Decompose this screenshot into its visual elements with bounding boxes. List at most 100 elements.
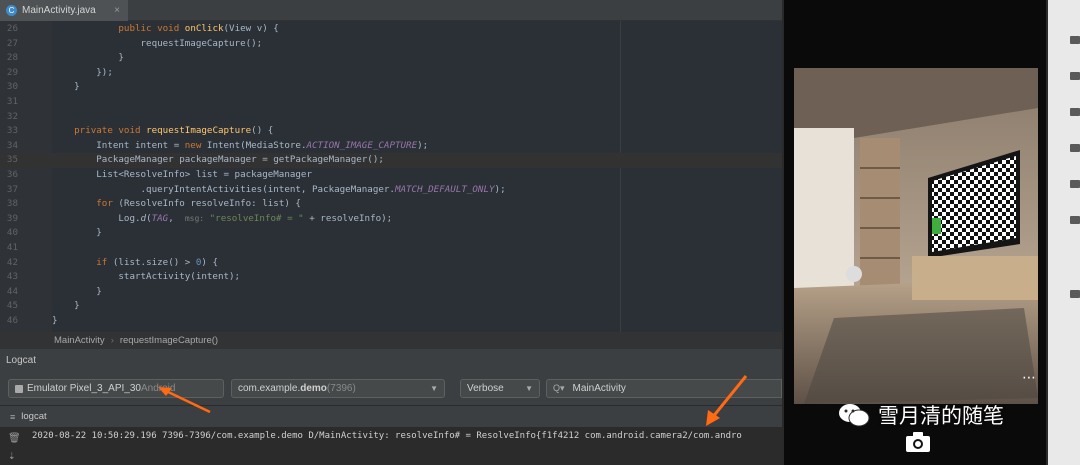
log-search-input[interactable]: Q▾ MainActivity [546,379,782,398]
line-number: 38 [6,198,18,210]
code-line[interactable]: 43 startActivity(intent); [0,270,782,285]
tool-icon[interactable] [1070,216,1080,224]
line-number: 33 [6,125,18,137]
line-number: 45 [6,300,18,312]
line-number: 26 [6,23,18,34]
breadcrumb-method[interactable]: requestImageCapture() [120,335,218,346]
line-number: 31 [6,96,18,107]
code-text: startActivity(intent); [52,271,241,283]
code-line[interactable]: 26 public void onClick(View v) { [0,22,782,37]
process-prefix: com.example. [238,383,301,394]
scroll-to-end-icon[interactable]: ⇣ [8,451,16,462]
code-text: } [52,300,80,312]
code-line[interactable]: 31 [0,95,782,110]
tool-icon[interactable] [1070,108,1080,116]
log-level-value: Verbose [467,383,504,394]
code-line[interactable]: 37 .queryIntentActivities(intent, Packag… [0,183,782,198]
code-text: } [52,227,102,239]
log-output[interactable]: 🗑 ⇣ 2020-08-22 10:50:29.196 7396-7396/co… [0,427,782,465]
line-number: 34 [6,139,18,151]
code-text: } [52,81,80,93]
chevron-down-icon: ▼ [525,384,533,393]
screen-root: C MainActivity.java × 26 public void onC… [0,0,1080,465]
code-line[interactable]: 32 [0,110,782,125]
editor-tab-label: MainActivity.java [22,5,96,16]
logcat-panel-title: Logcat [0,349,782,373]
ide-window: C MainActivity.java × 26 public void onC… [0,0,782,465]
code-line[interactable]: 36 List<ResolveInfo> list = packageManag… [0,168,782,183]
code-text: requestImageCapture(); [52,37,263,49]
code-line[interactable]: 42 if (list.size() > 0) { [0,256,782,271]
line-number: 39 [6,212,18,224]
search-icon[interactable]: Q▾ [553,383,565,394]
tool-icon[interactable] [1070,36,1080,44]
camera-shutter-icon[interactable] [904,430,932,454]
line-number: 27 [6,37,18,49]
line-number: 36 [6,169,18,180]
code-text: PackageManager packageManager = getPacka… [52,154,384,166]
log-line: 2020-08-22 10:50:29.196 7396-7396/com.ex… [32,431,742,441]
code-line[interactable]: 44 } [0,285,782,300]
code-line[interactable]: 29 }); [0,66,782,81]
chevron-down-icon: ▼ [430,384,438,393]
code-line[interactable]: 39 Log.d(TAG, msg: "resolveInfo# = " + r… [0,212,782,227]
right-tool-strip [1048,0,1080,465]
code-text: } [52,315,58,326]
tool-icon[interactable] [1070,144,1080,152]
breadcrumb: MainActivity › requestImageCapture() [0,332,782,349]
code-line[interactable]: 38 for (ResolveInfo resolveInfo: list) { [0,197,782,212]
code-line[interactable]: 40 } [0,226,782,241]
code-line[interactable]: 30 } [0,80,782,95]
camera-preview[interactable]: ⋯ [794,68,1038,404]
code-line[interactable]: 33 private void requestImageCapture() { [0,124,782,139]
code-text: Intent intent = new Intent(MediaStore.AC… [52,139,429,151]
device-selector[interactable]: Emulator Pixel_3_API_30 Android [8,379,224,398]
logcat-toolbar: Emulator Pixel_3_API_30 Android com.exam… [0,373,782,405]
line-number: 41 [6,242,18,253]
more-icon[interactable]: ⋯ [1022,370,1036,386]
line-number: 32 [6,110,18,122]
code-line[interactable]: 41 [0,241,782,256]
code-line[interactable]: 35 PackageManager packageManager = getPa… [0,153,782,168]
code-line[interactable]: 27 requestImageCapture(); [0,37,782,52]
log-level-selector[interactable]: Verbose ▼ [460,379,540,398]
code-text: private void requestImageCapture() { [74,125,274,137]
line-number: 40 [6,227,18,239]
code-text: public void onClick(View v) { [118,23,279,34]
wechat-logo-icon [839,404,870,427]
line-number: 29 [6,66,18,78]
room-scene-image: ⋯ [794,68,1038,404]
code-line[interactable]: 45 } [0,299,782,314]
trash-icon[interactable]: 🗑 [8,433,21,444]
close-tab-icon[interactable]: × [114,5,120,16]
code-line[interactable]: 46} [0,314,782,329]
logcat-tab-label: logcat [21,411,47,422]
emulator-device: ⋯ [782,0,1048,465]
line-number: 44 [6,285,18,297]
code-text: for (ResolveInfo resolveInfo: list) { [96,198,301,210]
watermark: 雪月清的随笔 [838,400,1004,430]
line-number: 42 [6,256,18,268]
tool-icon[interactable] [1070,180,1080,188]
tool-icon[interactable] [1070,290,1080,298]
logcat-tab[interactable]: ≡ logcat [0,405,782,427]
search-query: MainActivity [572,383,626,394]
code-text: if (list.size() > 0) { [96,256,219,268]
tool-icon[interactable] [1070,72,1080,80]
process-name: demo [300,383,327,394]
line-number: 46 [6,315,18,326]
code-line[interactable]: 28 } [0,51,782,66]
process-selector[interactable]: com.example. demo (7396) ▼ [231,379,445,398]
code-line[interactable]: 34 Intent intent = new Intent(MediaStore… [0,139,782,154]
editor-tab-mainactivity[interactable]: C MainActivity.java × [0,0,128,21]
device-icon [15,384,23,393]
code-text: } [52,52,124,64]
code-text: Log.d(TAG, msg: "resolveInfo# = " + reso… [52,212,393,224]
breadcrumb-separator: › [110,335,114,346]
line-number: 30 [6,81,18,93]
code-editor[interactable]: 26 public void onClick(View v) {27 reque… [0,21,782,332]
breadcrumb-class[interactable]: MainActivity [54,335,105,346]
watermark-text: 雪月清的随笔 [878,404,1004,428]
line-number: 28 [6,52,18,64]
code-text: } [52,285,102,297]
